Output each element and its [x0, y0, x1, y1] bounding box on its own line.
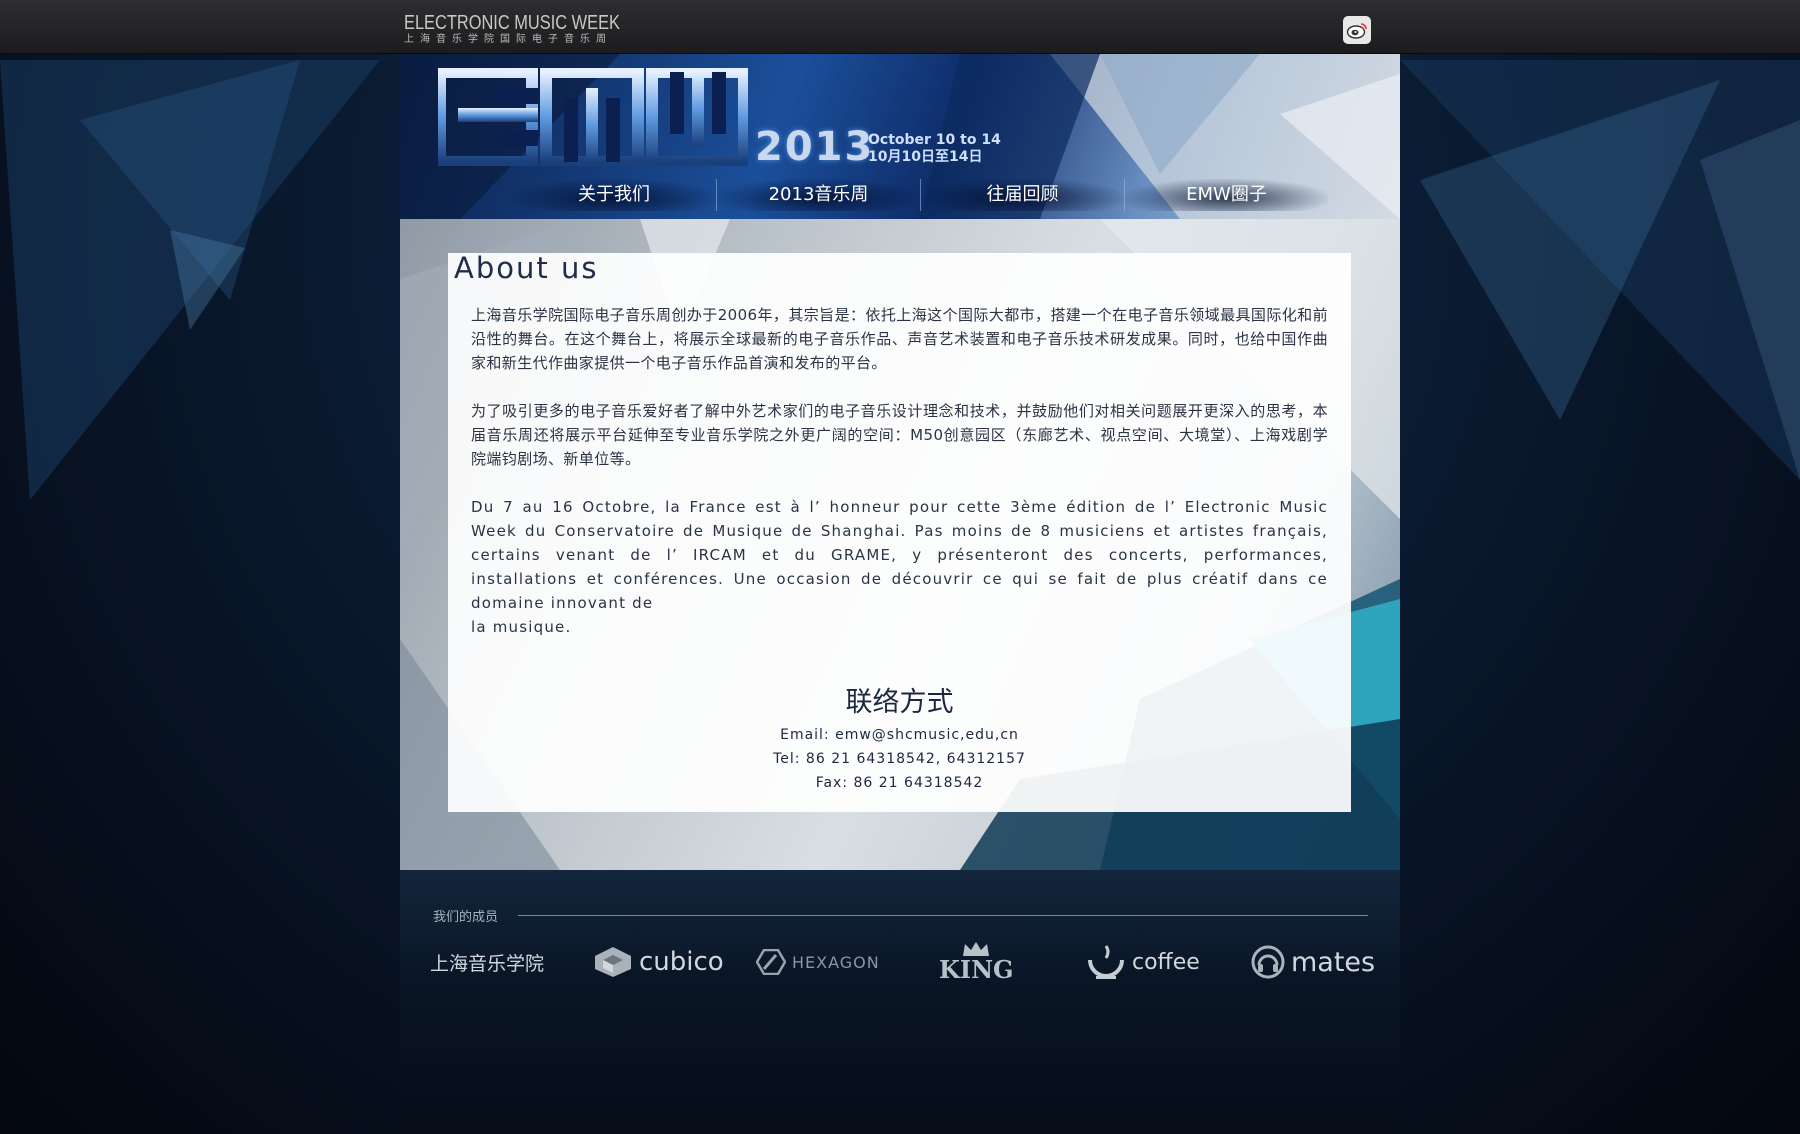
partner-name: cubico: [639, 947, 724, 977]
about-body: 上海音乐学院国际电子音乐周创办于2006年，其宗旨是：依托上海这个国际大都市，搭…: [471, 303, 1328, 639]
nav-item-about[interactable]: 关于我们: [512, 179, 716, 211]
partner-name: mates: [1291, 946, 1376, 978]
partner-cubico[interactable]: cubico: [593, 932, 724, 992]
partner-name: coffee: [1132, 949, 1200, 975]
contact-section: 联络方式 Email: emw@shcmusic,edu,cn Tel: 86 …: [448, 683, 1351, 795]
partner-hexagon[interactable]: HEXAGON: [756, 932, 880, 992]
partner-name: 上海音乐学院: [430, 952, 545, 975]
about-panel: About us 上海音乐学院国际电子音乐周创办于2006年，其宗旨是：依托上海…: [448, 251, 1351, 812]
banner-dates: October 10 to 14 10月10日至14日: [868, 132, 1001, 166]
brand-title-cn: 上海音乐学院国际电子音乐周: [404, 34, 612, 45]
headphones-icon: [1251, 945, 1285, 979]
members-label: 我们的成员: [433, 910, 499, 925]
emw-logo: [438, 68, 748, 166]
banner-dates-cn: 10月10日至14日: [868, 149, 983, 165]
partner-name: KING: [939, 955, 1014, 984]
partner-mates[interactable]: mates: [1251, 932, 1375, 992]
cup-icon: [1088, 945, 1124, 979]
nav-item-2013-week[interactable]: 2013音乐周: [716, 179, 920, 211]
about-title: About us: [454, 251, 599, 285]
cube-icon: [595, 947, 631, 977]
header-banner: 2013 October 10 to 14 10月10日至14日 关于我们 20…: [400, 54, 1400, 219]
top-bar: ELECTRONIC MUSIC WEEK 上海音乐学院国际电子音乐周: [0, 0, 1800, 54]
about-paragraph-2: 为了吸引更多的电子音乐爱好者了解中外艺术家们的电子音乐设计理念和技术，并鼓励他们…: [471, 402, 1328, 468]
contact-tel: Tel: 86 21 64318542, 64312157: [773, 751, 1026, 767]
main-nav: 关于我们 2013音乐周 往届回顾 EMW圈子: [512, 179, 1328, 211]
partner-shcmusic[interactable]: 上海音乐学院: [430, 932, 544, 992]
about-paragraph-3-end: la musique.: [471, 618, 572, 636]
brand-title-en: ELECTRONIC MUSIC WEEK: [404, 12, 620, 34]
footer: 我们的成员 上海音乐学院 cubico HEXAGON KING coffee …: [400, 870, 1400, 1134]
banner-dates-en: October 10 to 14: [868, 132, 1001, 148]
about-paragraph-1: 上海音乐学院国际电子音乐周创办于2006年，其宗旨是：依托上海这个国际大都市，搭…: [471, 306, 1328, 372]
main-container: 2013 October 10 to 14 10月10日至14日 关于我们 20…: [400, 54, 1400, 1134]
partner-coffee[interactable]: coffee: [1086, 932, 1200, 992]
hexagon-icon: [756, 949, 786, 975]
partner-logos: 上海音乐学院 cubico HEXAGON KING coffee mates: [428, 932, 1378, 992]
brand-logo[interactable]: ELECTRONIC MUSIC WEEK 上海音乐学院国际电子音乐周: [404, 13, 667, 47]
nav-item-emw-circle[interactable]: EMW圈子: [1124, 179, 1328, 211]
contact-title: 联络方式: [845, 687, 954, 718]
weibo-icon[interactable]: [1343, 16, 1371, 44]
about-paragraph-3-main: Du 7 au 16 Octobre, la France est à l’ h…: [471, 498, 1328, 612]
banner-year: 2013: [755, 124, 875, 170]
contact-email[interactable]: Email: emw@shcmusic,edu,cn: [448, 723, 1351, 747]
partner-king[interactable]: KING: [939, 932, 1014, 992]
about-paragraph-3: Du 7 au 16 Octobre, la France est à l’ h…: [471, 495, 1328, 639]
contact-fax: Fax: 86 21 64318542: [815, 775, 984, 791]
content-area: About us 上海音乐学院国际电子音乐周创办于2006年，其宗旨是：依托上海…: [400, 219, 1400, 870]
partner-name: HEXAGON: [792, 952, 880, 972]
members-divider: [518, 915, 1368, 916]
nav-item-past-review[interactable]: 往届回顾: [920, 179, 1124, 211]
